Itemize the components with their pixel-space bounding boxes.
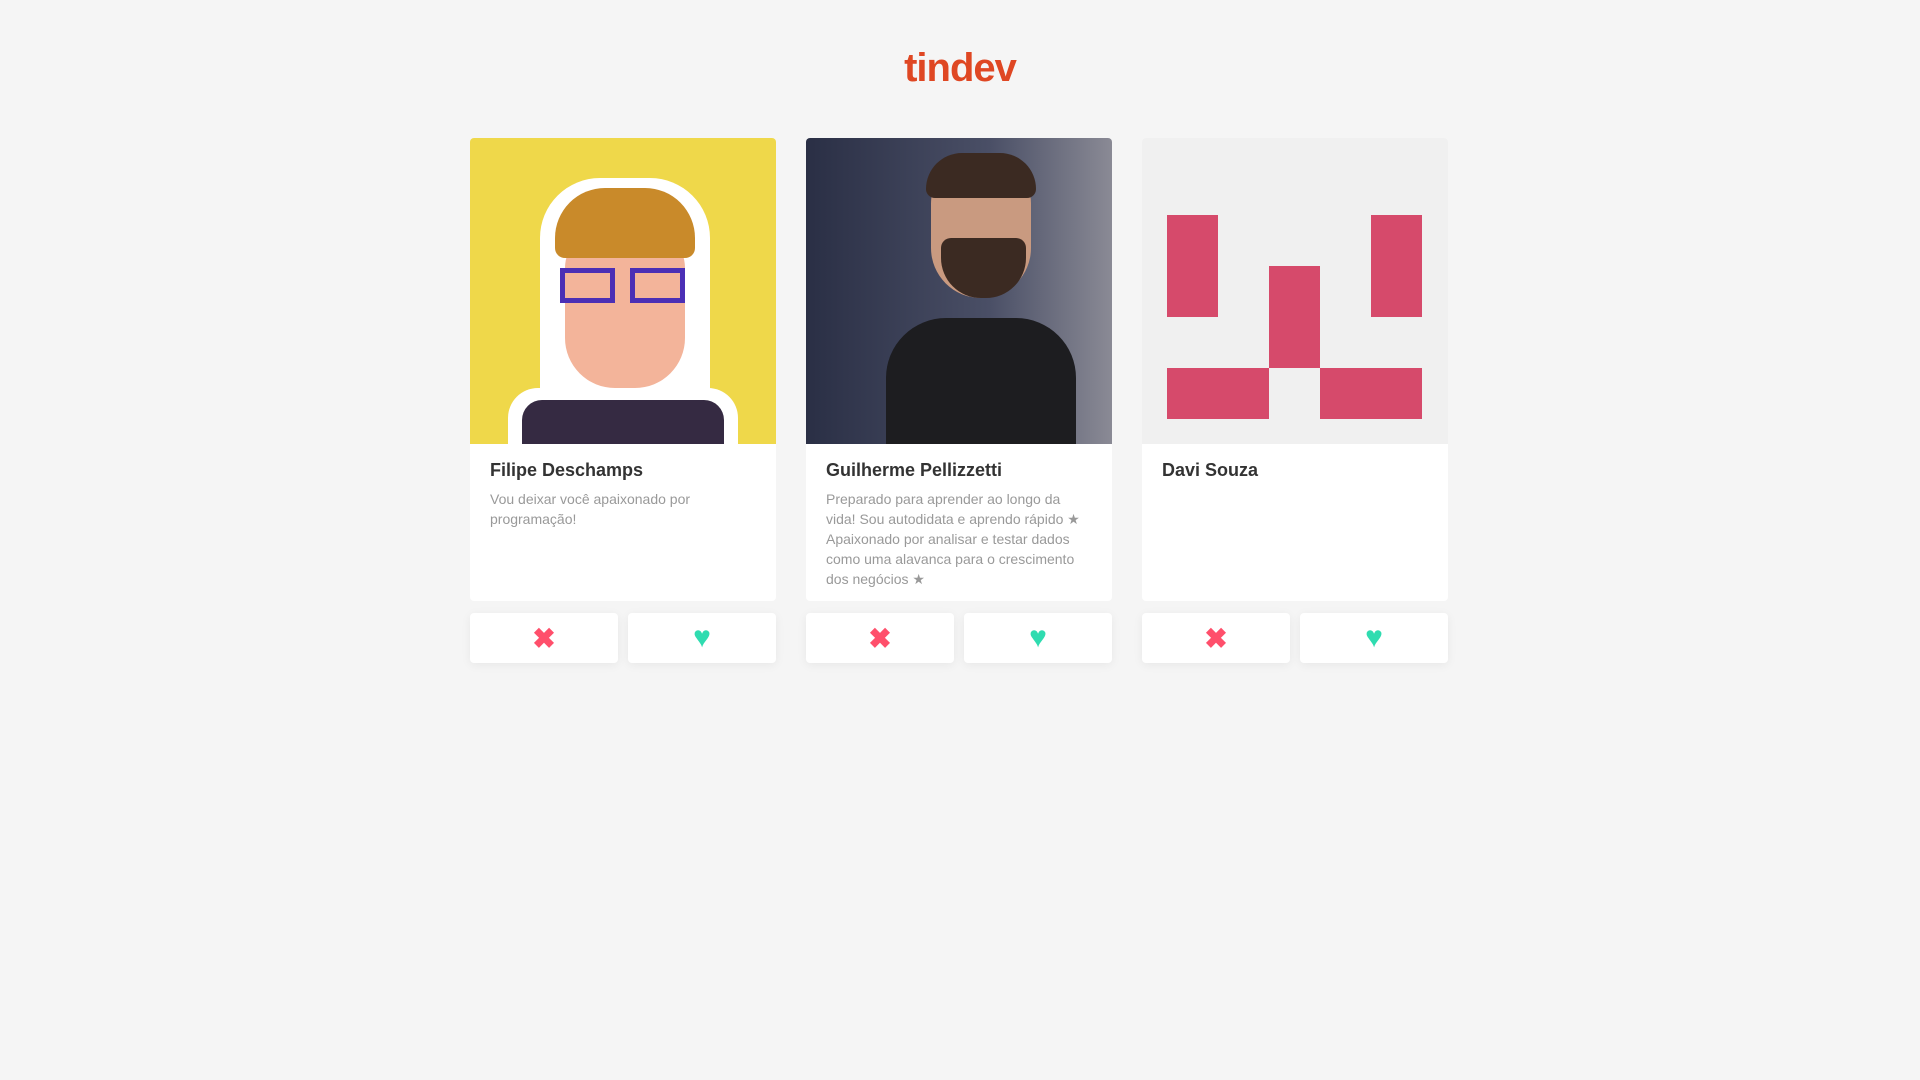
like-button[interactable]: ♥ — [628, 613, 776, 663]
dev-bio: Vou deixar você apaixonado por programaç… — [490, 491, 691, 527]
close-icon: ✖ — [1204, 622, 1228, 654]
like-button[interactable]: ♥ — [964, 613, 1112, 663]
dev-name: Davi Souza — [1162, 460, 1259, 480]
dev-card: Guilherme Pellizzetti Preparado para apr… — [806, 138, 1112, 663]
avatar — [470, 138, 776, 444]
dev-name: Filipe Deschamps — [490, 460, 644, 480]
close-icon: ✖ — [868, 622, 892, 654]
dislike-button[interactable]: ✖ — [1142, 613, 1290, 663]
tindev-logo: tindev — [904, 46, 1017, 90]
dislike-button[interactable]: ✖ — [470, 613, 618, 663]
dev-card: Filipe Deschamps Vou deixar você apaixon… — [470, 138, 776, 663]
avatar — [806, 138, 1112, 444]
like-button[interactable]: ♥ — [1300, 613, 1448, 663]
dev-list: Filipe Deschamps Vou deixar você apaixon… — [470, 138, 1448, 663]
heart-icon: ♥ — [1365, 621, 1383, 654]
heart-icon: ♥ — [1029, 621, 1047, 654]
dev-card: Davi Souza ✖ ♥ — [1142, 138, 1448, 663]
avatar-identicon — [1142, 138, 1448, 444]
dev-bio: Preparado para aprender ao longo da vida… — [826, 491, 1080, 587]
dislike-button[interactable]: ✖ — [806, 613, 954, 663]
dev-name: Guilherme Pellizzetti — [826, 460, 1003, 480]
close-icon: ✖ — [532, 622, 556, 654]
heart-icon: ♥ — [693, 621, 711, 654]
